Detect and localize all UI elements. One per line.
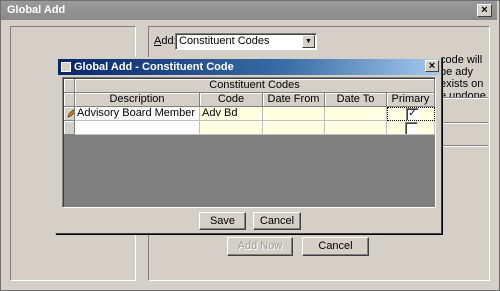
window-close-button[interactable]: × xyxy=(477,4,492,17)
column-header-date-from[interactable]: Date From xyxy=(263,93,325,107)
chevron-down-icon[interactable]: ▼ xyxy=(302,35,315,48)
column-header-date-to[interactable]: Date To xyxy=(325,93,387,107)
close-icon: × xyxy=(481,4,488,16)
cell-description[interactable]: Advisory Board Member xyxy=(75,107,200,121)
app-icon xyxy=(61,62,71,72)
cell-description[interactable] xyxy=(75,121,200,135)
cell-date-to[interactable] xyxy=(325,107,387,121)
pencil-icon xyxy=(67,109,74,118)
cell-date-to[interactable] xyxy=(325,121,387,135)
cell-code[interactable] xyxy=(200,121,263,135)
group-header: Constituent Codes xyxy=(75,79,435,93)
cell-code[interactable]: Adv Bd xyxy=(200,107,263,121)
add-now-button[interactable]: Add Now xyxy=(227,237,293,256)
column-header-code[interactable]: Code xyxy=(200,93,263,107)
add-type-select[interactable]: Constituent Codes ▼ xyxy=(175,33,317,50)
column-header-description[interactable]: Description xyxy=(75,93,200,107)
outer-cancel-button[interactable]: Cancel xyxy=(302,237,369,256)
add-type-value: Constituent Codes xyxy=(179,35,270,47)
close-icon: × xyxy=(428,60,436,72)
row-selector[interactable] xyxy=(64,121,75,135)
cell-primary[interactable]: ✓ xyxy=(387,107,435,121)
column-header-primary[interactable]: Primary xyxy=(387,93,435,107)
constituent-codes-grid: Constituent Codes Description Code Date … xyxy=(62,77,436,208)
dialog-title: Global Add - Constituent Code xyxy=(58,59,440,75)
primary-checkbox[interactable] xyxy=(405,122,418,134)
grid-corner xyxy=(64,79,75,93)
grid-corner xyxy=(64,93,75,107)
cell-date-from[interactable] xyxy=(263,121,325,135)
save-button[interactable]: Save xyxy=(199,212,246,230)
cell-date-from[interactable] xyxy=(263,107,325,121)
info-text: code will be ady exists on e undone. xyxy=(440,54,489,102)
add-label: Add: xyxy=(154,35,177,47)
divider xyxy=(442,145,488,147)
divider xyxy=(442,122,488,124)
dialog-close-button[interactable]: × xyxy=(425,60,439,72)
cancel-button[interactable]: Cancel xyxy=(253,212,301,230)
window-title: Global Add xyxy=(1,1,497,20)
divider xyxy=(442,97,488,99)
row-selector[interactable] xyxy=(64,107,75,121)
cell-primary[interactable] xyxy=(387,121,435,135)
primary-checkbox[interactable]: ✓ xyxy=(406,108,419,120)
